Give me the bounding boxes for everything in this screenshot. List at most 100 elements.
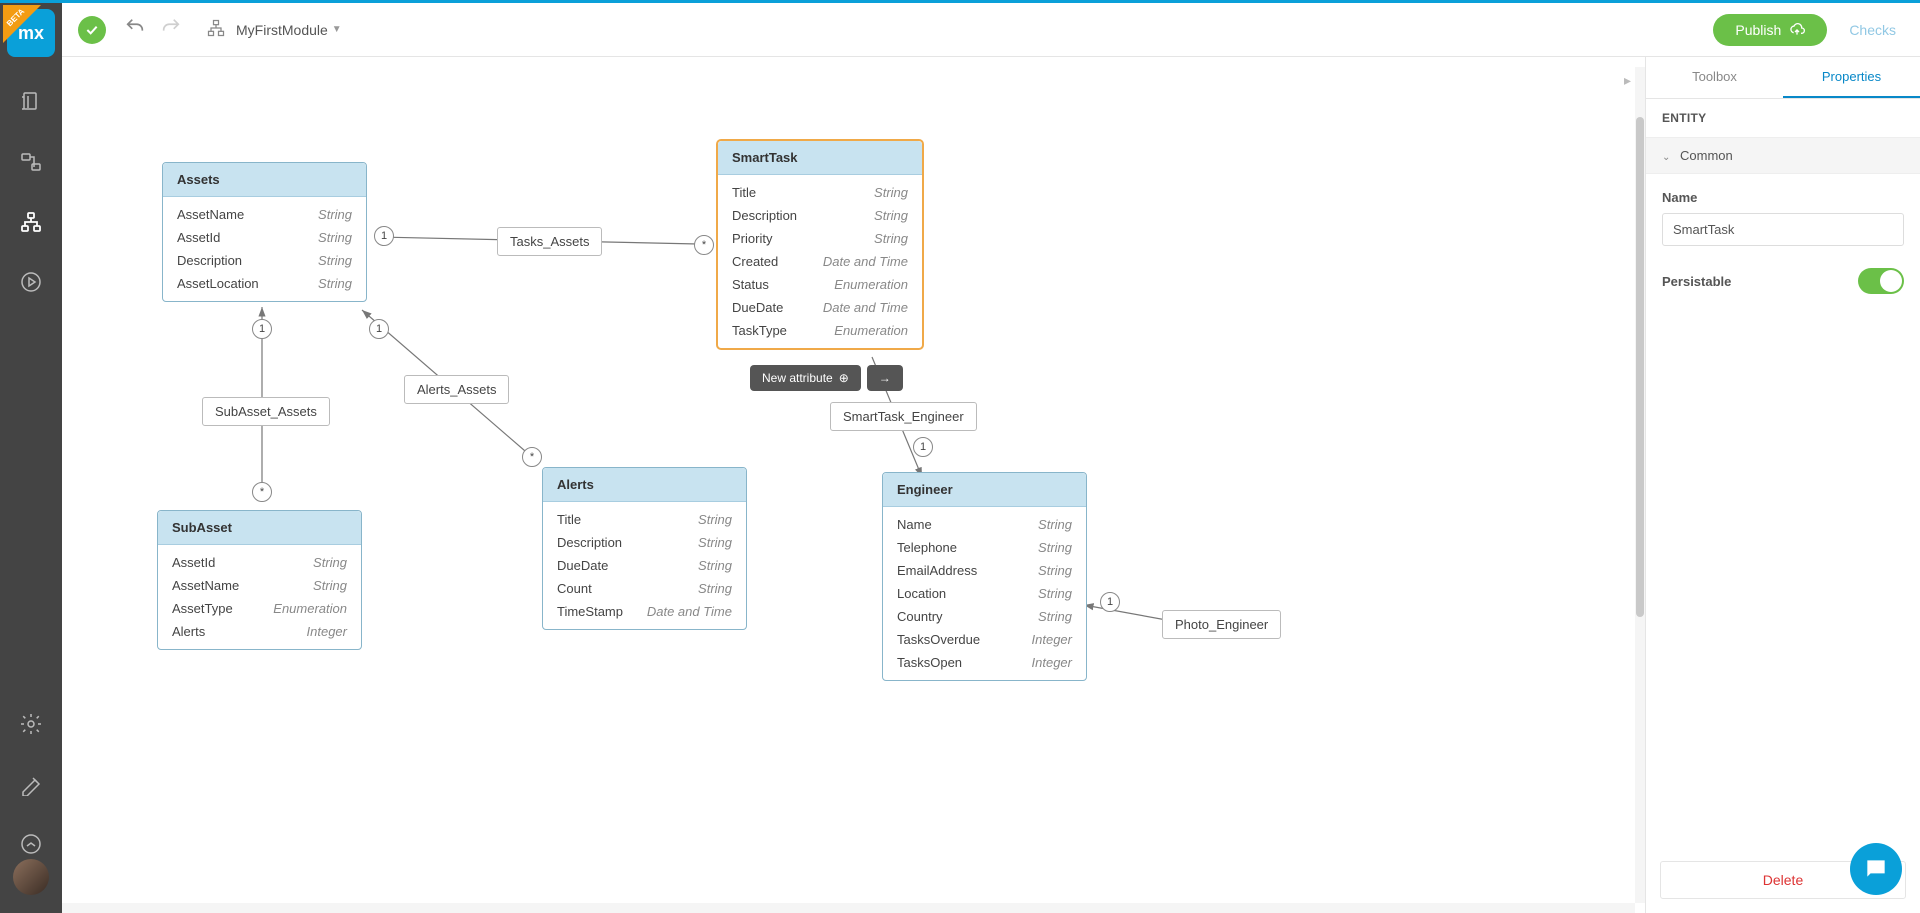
attr-row: TitleString (543, 508, 746, 531)
topbar: MyFirstModule ▼ Publish Checks (62, 3, 1920, 57)
settings-icon[interactable] (16, 709, 46, 739)
attr-row: EmailAddressString (883, 559, 1086, 582)
association-photo-engineer[interactable]: Photo_Engineer (1162, 610, 1281, 639)
attr-row: NameString (883, 513, 1086, 536)
persistable-label: Persistable (1662, 274, 1731, 289)
feedback-icon[interactable] (16, 829, 46, 859)
module-dropdown-caret[interactable]: ▼ (332, 24, 342, 35)
attr-row: DescriptionString (163, 249, 366, 272)
attr-row: TaskTypeEnumeration (718, 319, 922, 342)
publish-label: Publish (1735, 22, 1781, 38)
attr-row: TimeStampDate and Time (543, 600, 746, 623)
entity-header: Engineer (883, 473, 1086, 507)
left-sidebar: BETA mx (0, 3, 62, 913)
right-panel-tabs: Toolbox Properties (1646, 57, 1920, 99)
entity-header: Assets (163, 163, 366, 197)
chat-bubble-icon[interactable] (1850, 843, 1902, 895)
attr-row: CountString (543, 577, 746, 600)
attr-row: TitleString (718, 181, 922, 204)
attr-row: DueDateString (543, 554, 746, 577)
entity-attrs: AssetNameString AssetIdString Descriptio… (163, 197, 366, 301)
cardinality-many: * (252, 482, 272, 502)
domain-model-canvas[interactable]: Assets AssetNameString AssetIdString Des… (62, 57, 1645, 913)
scrollbar-thumb[interactable] (1636, 117, 1644, 617)
entity-attrs: NameString TelephoneString EmailAddressS… (883, 507, 1086, 680)
tab-properties[interactable]: Properties (1783, 57, 1920, 98)
section-common-label: Common (1680, 148, 1733, 163)
entity-attrs: TitleString DescriptionString DueDateStr… (543, 502, 746, 629)
chevron-down-icon: ⌄ (1662, 152, 1670, 163)
cardinality-many: * (694, 235, 714, 255)
entity-action-bar: New attribute ⊕ → (750, 365, 903, 391)
entity-subasset[interactable]: SubAsset AssetIdString AssetNameString A… (157, 510, 362, 650)
theme-icon[interactable] (16, 769, 46, 799)
cardinality-one: 1 (913, 437, 933, 457)
properties-body: Name Persistable (1646, 174, 1920, 310)
mendix-logo[interactable]: BETA mx (7, 9, 55, 57)
section-common-header[interactable]: ⌄ Common (1646, 138, 1920, 174)
cardinality-one: 1 (369, 319, 389, 339)
cardinality-many: * (522, 447, 542, 467)
new-attribute-button[interactable]: New attribute ⊕ (750, 365, 861, 391)
association-tasks-assets[interactable]: Tasks_Assets (497, 227, 602, 256)
entity-smarttask[interactable]: SmartTask TitleString DescriptionString … (717, 140, 923, 349)
attr-row: AssetIdString (163, 226, 366, 249)
vertical-scrollbar[interactable] (1635, 67, 1645, 903)
domain-model-icon[interactable] (16, 207, 46, 237)
plus-icon: ⊕ (839, 371, 849, 385)
publish-button[interactable]: Publish (1713, 14, 1827, 46)
attr-row: CountryString (883, 605, 1086, 628)
pages-icon[interactable] (16, 87, 46, 117)
entity-name-input[interactable] (1662, 213, 1904, 246)
association-alerts-assets[interactable]: Alerts_Assets (404, 375, 509, 404)
tab-toolbox[interactable]: Toolbox (1646, 57, 1783, 98)
entity-attrs: AssetIdString AssetNameString AssetTypeE… (158, 545, 361, 649)
attr-row: StatusEnumeration (718, 273, 922, 296)
collapse-right-panel-icon[interactable]: ▸ (1624, 72, 1631, 89)
new-attribute-label: New attribute (762, 371, 833, 385)
attr-row: AssetNameString (163, 203, 366, 226)
toggle-knob (1880, 270, 1902, 292)
entity-engineer[interactable]: Engineer NameString TelephoneString Emai… (882, 472, 1087, 681)
association-smarttask-engineer[interactable]: SmartTask_Engineer (830, 402, 977, 431)
attr-row: LocationString (883, 582, 1086, 605)
attr-row: DescriptionString (718, 204, 922, 227)
undo-button[interactable] (124, 16, 146, 44)
redo-button[interactable] (160, 16, 182, 44)
commit-button[interactable] (78, 16, 106, 44)
attr-row: DescriptionString (543, 531, 746, 554)
properties-section-title: ENTITY (1646, 99, 1920, 138)
attr-row: PriorityString (718, 227, 922, 250)
module-name[interactable]: MyFirstModule (236, 22, 328, 38)
checks-button[interactable]: Checks (1849, 22, 1896, 38)
attr-row: AssetTypeEnumeration (158, 597, 361, 620)
microflows-icon[interactable] (16, 147, 46, 177)
arrow-right-icon: → (879, 371, 891, 385)
association-subasset-assets[interactable]: SubAsset_Assets (202, 397, 330, 426)
attr-row: AssetIdString (158, 551, 361, 574)
name-label: Name (1662, 190, 1904, 205)
entity-alerts[interactable]: Alerts TitleString DescriptionString Due… (542, 467, 747, 630)
model-type-icon (206, 18, 226, 41)
attr-row: TasksOverdueInteger (883, 628, 1086, 651)
cardinality-one: 1 (252, 319, 272, 339)
attr-row: DueDateDate and Time (718, 296, 922, 319)
attr-row: AlertsInteger (158, 620, 361, 643)
entity-header: Alerts (543, 468, 746, 502)
horizontal-scrollbar[interactable] (62, 903, 1635, 913)
persistable-toggle[interactable] (1858, 268, 1904, 294)
entity-header: SmartTask (718, 141, 922, 175)
right-panel: Toolbox Properties ENTITY ⌄ Common Name … (1645, 57, 1920, 913)
preview-icon[interactable] (16, 267, 46, 297)
entity-assets[interactable]: Assets AssetNameString AssetIdString Des… (162, 162, 367, 302)
attr-row: TasksOpenInteger (883, 651, 1086, 674)
attr-row: AssetLocationString (163, 272, 366, 295)
create-association-button[interactable]: → (867, 365, 903, 391)
attr-row: TelephoneString (883, 536, 1086, 559)
user-avatar[interactable] (13, 859, 49, 895)
attr-row: AssetNameString (158, 574, 361, 597)
cardinality-one: 1 (374, 226, 394, 246)
cardinality-one: 1 (1100, 592, 1120, 612)
entity-header: SubAsset (158, 511, 361, 545)
entity-attrs: TitleString DescriptionString PrioritySt… (718, 175, 922, 348)
